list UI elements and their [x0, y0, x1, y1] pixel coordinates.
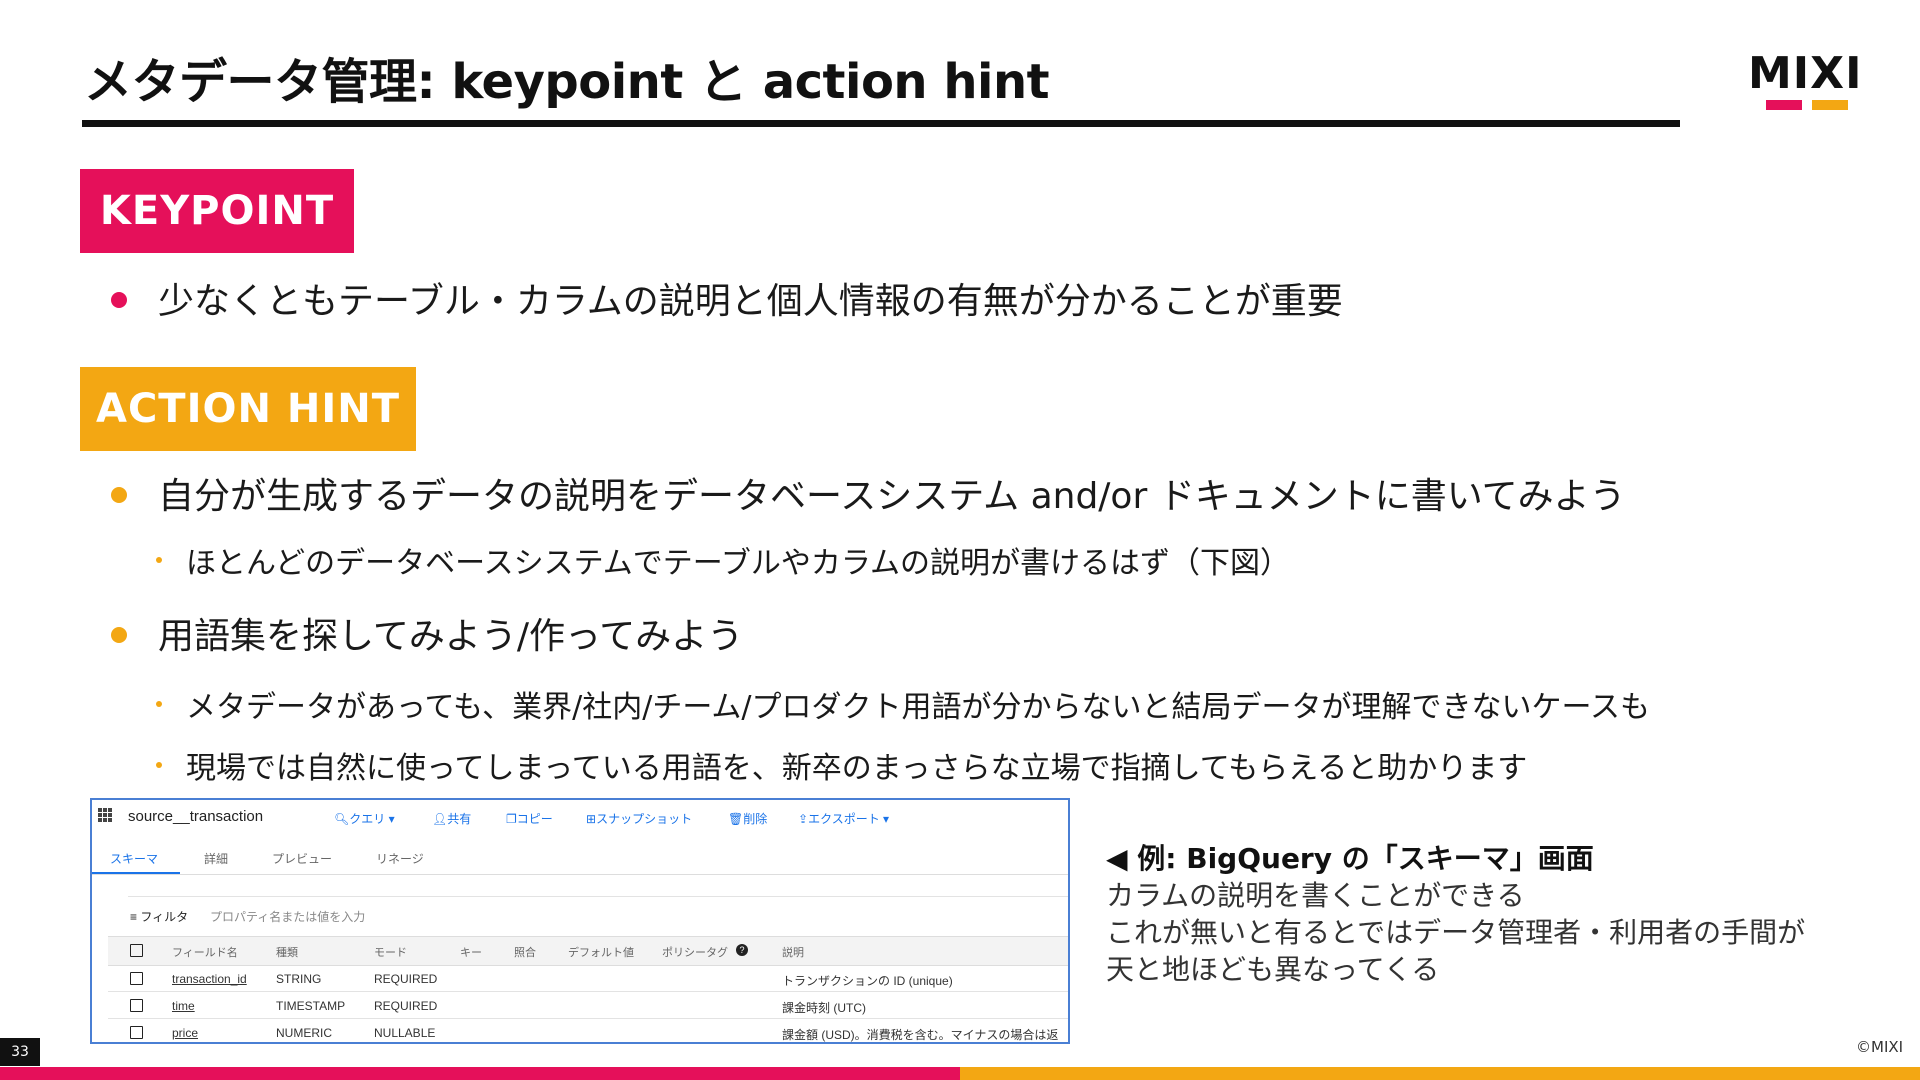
snapshot-icon: ⊞ [586, 812, 597, 826]
field-name-link[interactable]: time [172, 999, 195, 1013]
action-sub-bullet-1: ほとんどのデータベースシステムでテーブルやカラムの説明が書けるはず（下図） [186, 546, 1290, 581]
caption-heading: ◀ 例: BigQuery の「スキーマ」画面 [1106, 842, 1594, 875]
export-button[interactable]: ⇪エクスポート ▾ [798, 810, 889, 827]
tab-schema[interactable]: スキーマ [110, 850, 158, 867]
column-header: ポリシータグ [662, 947, 728, 959]
tab-preview[interactable]: プレビュー [272, 850, 332, 867]
page-number: 33 [0, 1038, 40, 1066]
slide-title: メタデータ管理: keypoint と action hint [84, 54, 1050, 110]
column-header: キー [460, 947, 482, 959]
column-header: 種類 [276, 947, 298, 959]
field-mode: REQUIRED [374, 972, 438, 986]
filter-input[interactable]: プロパティ名または値を入力 [210, 908, 365, 925]
action-sub-bullet-2: メタデータがあっても、業界/社内/チーム/プロダクト用語が分からないと結局データ… [186, 690, 1651, 725]
column-header: デフォルト値 [568, 947, 634, 959]
bigquery-schema-screenshot: source__transaction 🔍︎クエリ ▾ 👤︎共有 ❐コピー ⊞ス… [90, 798, 1070, 1044]
footer-orange-bar [960, 1067, 1920, 1080]
logo-orange-bar [1812, 100, 1848, 110]
sub-bullet-dot [156, 701, 162, 707]
share-button[interactable]: 👤︎共有 [432, 810, 471, 827]
title-underline [82, 120, 1680, 127]
caption-line: これが無いと有るとではデータ管理者・利用者の手間が [1106, 916, 1806, 949]
action-hint-tag: ACTION HINT [80, 367, 416, 451]
help-icon[interactable]: ? [736, 944, 748, 956]
column-header: モード [374, 947, 407, 959]
field-mode: NULLABLE [374, 1026, 436, 1040]
row-checkbox[interactable] [130, 999, 143, 1012]
trash-icon: 🗑︎ [728, 812, 744, 826]
table-name: source__transaction [128, 808, 264, 825]
tab-divider [92, 874, 1068, 875]
sub-bullet-dot [156, 557, 162, 563]
copy-button[interactable]: ❐コピー [506, 810, 553, 827]
screenshot-caption: ◀ 例: BigQuery の「スキーマ」画面 カラムの説明を書くことができる … [1106, 840, 1805, 988]
column-header: 照合 [514, 947, 536, 959]
tab-lineage[interactable]: リネージ [376, 850, 424, 867]
footer-pink-bar [0, 1067, 960, 1080]
field-type: STRING [276, 972, 322, 986]
field-name-link[interactable]: price [172, 1026, 198, 1040]
tab-details[interactable]: 詳細 [204, 850, 228, 867]
bullet-dot [111, 292, 127, 308]
keypoint-bullet: 少なくともテーブル・カラムの説明と個人情報の有無が分かることが重要 [158, 281, 1343, 322]
row-divider [108, 991, 1068, 992]
filter-button[interactable]: ≡ フィルタ [130, 908, 188, 925]
caption-line: 天と地ほども異なってくる [1106, 953, 1440, 986]
column-header: フィールド名 [172, 947, 238, 959]
bullet-dot [111, 627, 127, 643]
add-person-icon: 👤︎ [432, 812, 448, 826]
keypoint-tag: KEYPOINT [80, 169, 354, 253]
field-type: TIMESTAMP [276, 999, 346, 1013]
search-icon: 🔍︎ [334, 812, 350, 826]
row-divider [108, 1018, 1068, 1019]
filter-icon: ≡ [130, 910, 141, 924]
query-button[interactable]: 🔍︎クエリ ▾ [334, 810, 395, 827]
copy-icon: ❐ [506, 812, 517, 826]
action-bullet-1: 自分が生成するデータの説明をデータベースシステム and/or ドキュメントに書… [158, 476, 1626, 517]
action-sub-bullet-3: 現場では自然に使ってしまっている用語を、新卒のまっさらな立場で指摘してもらえると… [186, 751, 1528, 786]
logo-wordmark: MIXI [1748, 48, 1863, 99]
field-description: 課金額 (USD)。消費税を含む。マイナスの場合は返 [782, 1028, 1059, 1042]
export-icon: ⇪ [798, 812, 809, 826]
row-checkbox[interactable] [130, 1026, 143, 1039]
copyright: ©MIXI [1856, 1038, 1904, 1056]
logo-pink-bar [1766, 100, 1802, 110]
caption-line: カラムの説明を書くことができる [1106, 879, 1525, 912]
action-bullet-2: 用語集を探してみよう/作ってみよう [158, 616, 744, 657]
sub-bullet-dot [156, 762, 162, 768]
snapshot-button[interactable]: ⊞スナップショット [586, 810, 692, 827]
field-description: トランザクションの ID (unique) [782, 974, 953, 988]
field-mode: REQUIRED [374, 999, 438, 1013]
delete-button[interactable]: 🗑︎削除 [728, 810, 767, 827]
field-type: NUMERIC [276, 1026, 332, 1040]
select-all-checkbox[interactable] [130, 944, 143, 957]
row-checkbox[interactable] [130, 972, 143, 985]
bullet-dot [111, 487, 127, 503]
field-description: 課金時刻 (UTC) [782, 1001, 866, 1015]
field-name-link[interactable]: transaction_id [172, 972, 247, 986]
table-grid-icon [98, 808, 112, 822]
mixi-logo: MIXI [1748, 52, 1868, 112]
column-header: 説明 [782, 947, 804, 959]
divider [128, 896, 1068, 897]
